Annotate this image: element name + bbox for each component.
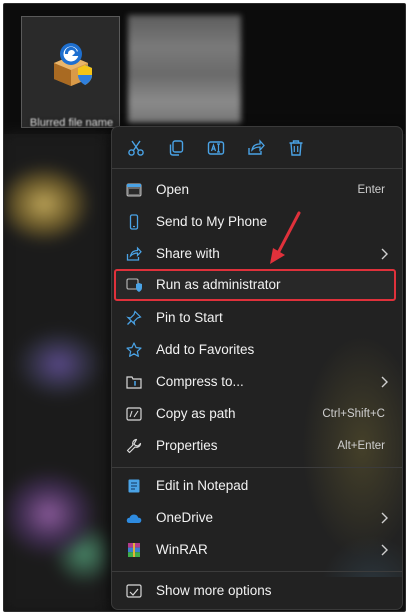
menu-item-label: WinRAR — [156, 542, 208, 557]
menu-item-label: Share with — [156, 246, 220, 261]
red-arrow-annotation — [270, 211, 301, 264]
open-icon — [126, 182, 142, 198]
menu-item-label: Copy as path — [156, 406, 236, 421]
menu-item-onedrive[interactable]: OneDrive — [116, 503, 396, 533]
separator — [112, 168, 402, 169]
chevron-right-icon — [381, 544, 388, 556]
share-icon — [126, 246, 142, 262]
notepad-icon — [126, 478, 142, 494]
chevron-right-icon — [381, 376, 388, 388]
menu-item-send-to-my-phone[interactable]: Send to My Phone — [116, 207, 396, 237]
menu-item-edit-in-notepad[interactable]: Edit in Notepad — [116, 471, 396, 501]
winrar-icon — [126, 542, 142, 558]
menu-item-label: Pin to Start — [156, 310, 223, 325]
blurred-desktop-icons — [4, 134, 110, 611]
show-more-icon — [126, 583, 142, 599]
share-icon — [248, 139, 265, 155]
selected-file-tile[interactable]: Blurred file name — [21, 16, 120, 129]
menu-item-copy-as-path[interactable]: Copy as path Ctrl+Shift+C — [116, 399, 396, 429]
chevron-right-icon — [381, 512, 388, 524]
menu-item-open[interactable]: Open Enter — [116, 175, 396, 205]
menu-item-label: Run as administrator — [156, 277, 281, 292]
shortcut-label: Ctrl+Shift+C — [322, 408, 385, 420]
menu-item-label: Properties — [156, 438, 218, 453]
separator — [112, 467, 402, 468]
wrench-icon — [126, 438, 142, 454]
menu-item-share-with[interactable]: Share with — [116, 239, 396, 269]
menu-item-label: OneDrive — [156, 510, 214, 525]
phone-icon — [126, 214, 142, 230]
share-button[interactable] — [245, 137, 267, 159]
menu-item-label: Compress to... — [156, 374, 244, 389]
context-menu: Open Enter Send to My Phone Share with R… — [111, 126, 403, 610]
cloud-icon — [126, 510, 142, 526]
menu-item-winrar[interactable]: WinRAR — [116, 535, 396, 565]
file-name-label: Blurred file name — [29, 117, 114, 129]
menu-item-properties[interactable]: Properties Alt+Enter — [116, 431, 396, 461]
delete-button[interactable] — [285, 137, 307, 159]
menu-item-label: Edit in Notepad — [156, 478, 249, 493]
rename-button[interactable] — [205, 137, 227, 159]
menu-item-label: Add to Favorites — [156, 342, 255, 357]
menu-item-pin-to-start[interactable]: Pin to Start — [116, 303, 396, 333]
menu-item-label: Show more options — [156, 583, 272, 598]
pin-icon — [126, 310, 142, 326]
rename-icon — [207, 141, 225, 155]
shield-icon — [126, 277, 142, 293]
menu-item-run-as-administrator[interactable]: Run as administrator — [116, 270, 396, 300]
desktop-window: Blurred file name Open Enter Send to My … — [3, 3, 406, 612]
separator — [112, 571, 402, 572]
chevron-right-icon — [381, 248, 388, 260]
copy-button[interactable] — [165, 137, 187, 159]
cut-button[interactable] — [125, 137, 147, 159]
copy-icon — [169, 140, 184, 156]
menu-item-label: Send to My Phone — [156, 214, 268, 229]
copy-path-icon — [126, 406, 142, 422]
star-icon — [126, 342, 142, 358]
menu-item-add-to-favorites[interactable]: Add to Favorites — [116, 335, 396, 365]
zip-icon — [126, 374, 142, 390]
installer-icon — [54, 43, 92, 86]
scissors-icon — [128, 140, 144, 156]
blurred-file-thumbnail — [128, 15, 241, 123]
shortcut-label: Alt+Enter — [337, 440, 385, 452]
menu-item-compress-to[interactable]: Compress to... — [116, 367, 396, 397]
trash-icon — [289, 140, 303, 156]
menu-item-show-more-options[interactable]: Show more options — [116, 576, 396, 606]
menu-item-label: Open — [156, 182, 190, 197]
shortcut-label: Enter — [357, 184, 386, 196]
